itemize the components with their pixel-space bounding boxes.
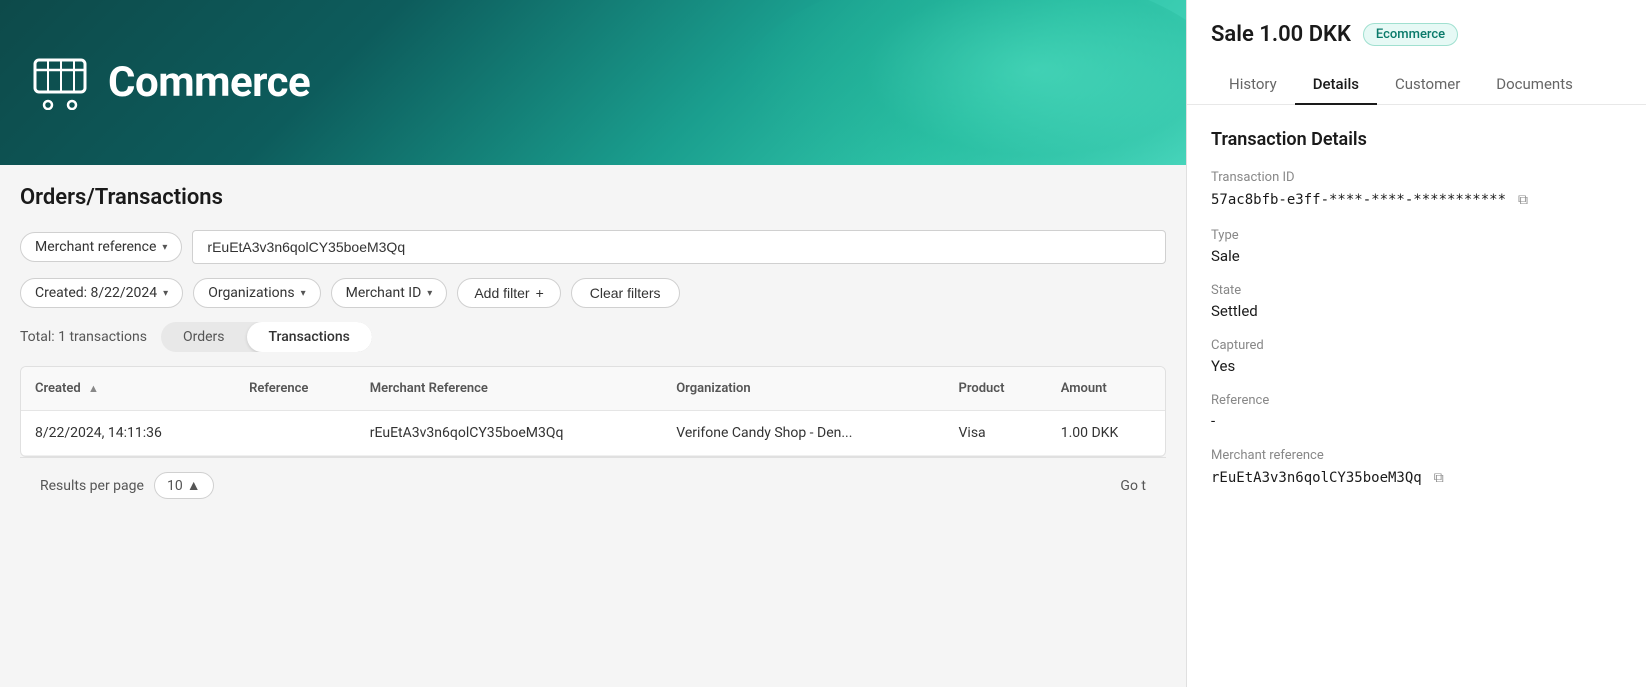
organizations-dropdown[interactable]: Organizations ▾	[193, 278, 320, 308]
merchant-reference-dropdown[interactable]: Merchant reference ▾	[20, 232, 182, 262]
plus-icon: +	[536, 285, 544, 301]
detail-captured: Captured Yes	[1211, 338, 1622, 375]
merchant-id-dropdown[interactable]: Merchant ID ▾	[331, 278, 448, 308]
total-tabs-row: Total: 1 transactions Orders Transaction…	[20, 322, 1166, 352]
merchant-reference-detail-label: Merchant reference	[1211, 448, 1622, 463]
col-product: Product	[945, 367, 1047, 411]
ecommerce-badge: Ecommerce	[1363, 23, 1458, 46]
col-created[interactable]: Created ▲	[21, 367, 235, 411]
transaction-id-value: 57ac8bfb-e3ff-****-****-***********	[1211, 192, 1506, 208]
filter-row-1: Merchant reference ▾	[20, 230, 1166, 264]
filter-row-2: Created: 8/22/2024 ▾ Organizations ▾ Mer…	[20, 278, 1166, 308]
nav-customer[interactable]: Customer	[1377, 65, 1478, 105]
table-header-row: Created ▲ Reference Merchant Reference O…	[21, 367, 1165, 411]
results-per-page-label: Results per page	[40, 478, 144, 494]
cell-product: Visa	[945, 411, 1047, 456]
header-logo: Commerce	[30, 55, 310, 110]
nav-history[interactable]: History	[1211, 65, 1295, 105]
transactions-table: Created ▲ Reference Merchant Reference O…	[20, 366, 1166, 457]
results-per-page: Results per page 10 ▲	[40, 472, 214, 499]
go-to-text: Go t	[1120, 478, 1146, 494]
col-amount: Amount	[1047, 367, 1165, 411]
merchant-reference-value-row: rEuEtA3v3n6qolCY35boeM3Qq ⧉	[1211, 467, 1622, 488]
chevron-up-icon: ▲	[187, 477, 201, 494]
add-filter-label: Add filter	[474, 285, 529, 301]
nav-documents[interactable]: Documents	[1478, 65, 1591, 105]
chevron-down-icon: ▾	[162, 242, 167, 253]
right-panel-header: Sale 1.00 DKK Ecommerce History Details …	[1187, 0, 1646, 105]
right-panel-content: Transaction Details Transaction ID 57ac8…	[1187, 105, 1646, 687]
nav-details[interactable]: Details	[1295, 65, 1377, 105]
total-transactions-text: Total: 1 transactions	[20, 329, 147, 345]
state-value: Settled	[1211, 302, 1622, 320]
captured-label: Captured	[1211, 338, 1622, 353]
app-title: Commerce	[108, 58, 310, 107]
chevron-down-icon-2: ▾	[163, 288, 168, 299]
transaction-title: Sale 1.00 DKK	[1211, 22, 1351, 47]
merchant-reference-input[interactable]	[192, 230, 1166, 264]
merchant-id-label: Merchant ID	[346, 285, 422, 301]
detail-merchant-reference: Merchant reference rEuEtA3v3n6qolCY35boe…	[1211, 448, 1622, 488]
chevron-down-icon-3: ▾	[301, 288, 306, 299]
created-date-label: Created: 8/22/2024	[35, 285, 157, 301]
col-merchant-reference: Merchant Reference	[356, 367, 662, 411]
per-page-select[interactable]: 10 ▲	[154, 472, 214, 499]
merchant-reference-detail-value: rEuEtA3v3n6qolCY35boeM3Qq	[1211, 470, 1422, 486]
reference-label: Reference	[1211, 393, 1622, 408]
cell-reference	[235, 411, 356, 456]
state-label: State	[1211, 283, 1622, 298]
add-filter-button[interactable]: Add filter +	[457, 278, 560, 308]
cell-merchant-reference: rEuEtA3v3n6qolCY35boeM3Qq	[356, 411, 662, 456]
clear-filters-label: Clear filters	[590, 285, 661, 301]
chevron-down-icon-4: ▾	[427, 288, 432, 299]
captured-value: Yes	[1211, 357, 1622, 375]
right-nav: History Details Customer Documents	[1211, 65, 1622, 104]
type-value: Sale	[1211, 247, 1622, 265]
detail-transaction-id: Transaction ID 57ac8bfb-e3ff-****-****-*…	[1211, 170, 1622, 210]
right-panel: Sale 1.00 DKK Ecommerce History Details …	[1186, 0, 1646, 687]
page-title: Orders/Transactions	[20, 185, 1166, 210]
detail-state: State Settled	[1211, 283, 1622, 320]
sort-arrow-icon: ▲	[88, 382, 99, 395]
organizations-label: Organizations	[208, 285, 294, 301]
col-reference: Reference	[235, 367, 356, 411]
copy-transaction-id-button[interactable]: ⧉	[1514, 189, 1532, 210]
view-tabs: Orders Transactions	[161, 322, 372, 352]
reference-value: -	[1211, 412, 1622, 430]
per-page-value: 10	[167, 478, 183, 494]
table-row[interactable]: 8/22/2024, 14:11:36 rEuEtA3v3n6qolCY35bo…	[21, 411, 1165, 456]
cell-amount: 1.00 DKK	[1047, 411, 1165, 456]
clear-filters-button[interactable]: Clear filters	[571, 278, 680, 308]
right-title-row: Sale 1.00 DKK Ecommerce	[1211, 22, 1622, 47]
detail-type: Type Sale	[1211, 228, 1622, 265]
transaction-details-title: Transaction Details	[1211, 129, 1622, 150]
type-label: Type	[1211, 228, 1622, 243]
transaction-id-value-row: 57ac8bfb-e3ff-****-****-*********** ⧉	[1211, 189, 1622, 210]
table-footer: Results per page 10 ▲ Go t	[20, 457, 1166, 513]
cell-organization: Verifone Candy Shop - Den...	[662, 411, 944, 456]
left-panel: Commerce Orders/Transactions Merchant re…	[0, 0, 1186, 687]
col-organization: Organization	[662, 367, 944, 411]
tab-orders[interactable]: Orders	[161, 322, 247, 352]
copy-merchant-reference-button[interactable]: ⧉	[1430, 467, 1448, 488]
header-banner: Commerce	[0, 0, 1186, 165]
tab-transactions[interactable]: Transactions	[247, 322, 372, 352]
main-content: Orders/Transactions Merchant reference ▾…	[0, 165, 1186, 687]
transaction-id-label: Transaction ID	[1211, 170, 1622, 185]
merchant-reference-label: Merchant reference	[35, 239, 156, 255]
created-date-dropdown[interactable]: Created: 8/22/2024 ▾	[20, 278, 183, 308]
cell-created: 8/22/2024, 14:11:36	[21, 411, 235, 456]
detail-reference: Reference -	[1211, 393, 1622, 430]
cart-icon	[30, 55, 90, 110]
